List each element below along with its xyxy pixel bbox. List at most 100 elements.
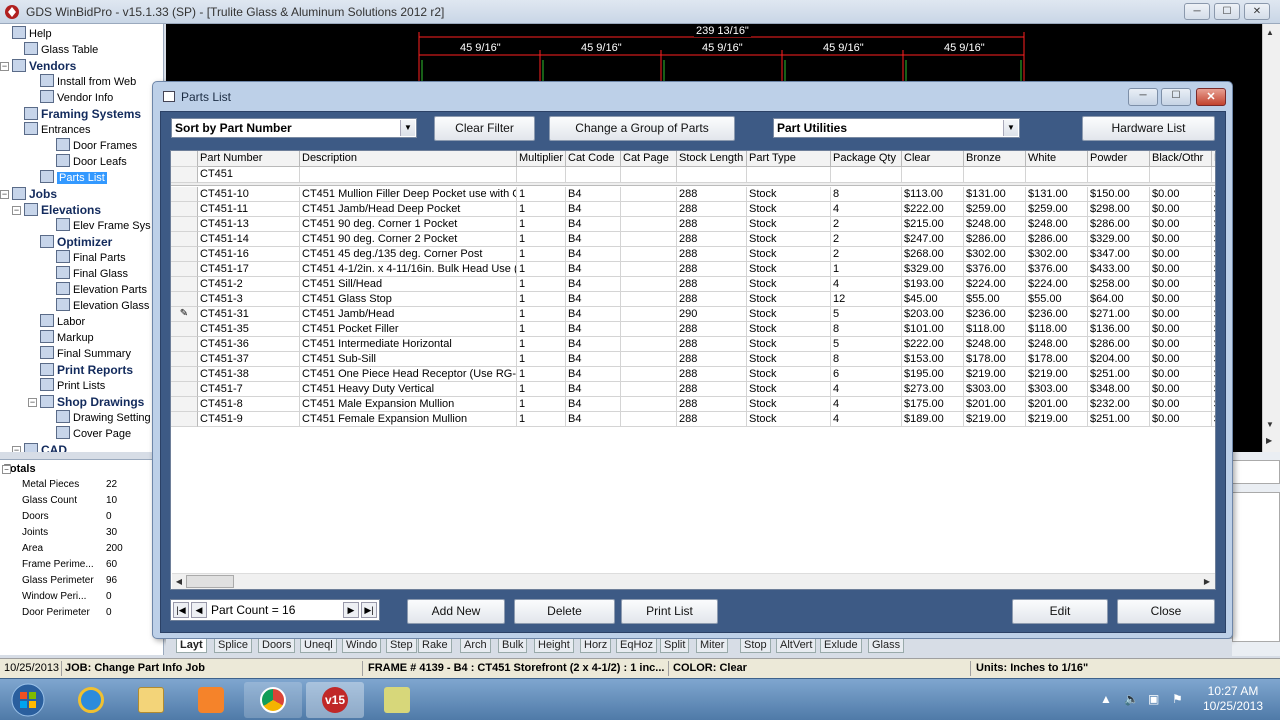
row-selector[interactable] (171, 352, 198, 367)
taskbar-winbidpro[interactable]: v15 (306, 682, 364, 718)
close-button[interactable]: Close (1117, 599, 1215, 624)
cell-bronze[interactable]: $178.00 (964, 352, 1026, 367)
row-selector[interactable] (171, 247, 198, 262)
cell-part-type[interactable]: Stock (747, 337, 831, 352)
scroll-right-icon[interactable]: ▶ (1200, 574, 1214, 589)
column-header-package-qty[interactable]: Package Qty (831, 151, 902, 167)
cell-package-qty[interactable]: 4 (831, 412, 902, 427)
cell-white[interactable]: $286.00 (1026, 232, 1088, 247)
column-header-cat-page[interactable]: Cat Page (621, 151, 677, 167)
filter-cell[interactable] (1212, 167, 1215, 183)
cell-part-number[interactable]: CT451-11 (198, 202, 300, 217)
cell-clear[interactable]: $329.00 (902, 262, 964, 277)
cell-stock-length[interactable]: 288 (677, 232, 747, 247)
cell-cat-page[interactable] (621, 292, 677, 307)
cell-clear[interactable]: $195.00 (902, 367, 964, 382)
tab-exlude[interactable]: Exlude (820, 639, 862, 653)
cell-cat-code[interactable]: B4 (566, 202, 621, 217)
cell-black-othr[interactable]: $0.00 (1150, 217, 1212, 232)
cell-cat-code[interactable]: B4 (566, 352, 621, 367)
cell-part-number[interactable]: CT451-38 (198, 367, 300, 382)
cell-description[interactable]: CT451 Pocket Filler (300, 322, 517, 337)
cell-part-number[interactable]: CT451-8 (198, 397, 300, 412)
column-header-white[interactable]: White (1026, 151, 1088, 167)
cell-clear[interactable]: $189.00 (902, 412, 964, 427)
cell-powder[interactable]: $329.00 (1088, 232, 1150, 247)
change-group-button[interactable]: Change a Group of Parts (549, 116, 735, 141)
cell-stock-length[interactable]: 288 (677, 262, 747, 277)
cell-package-qty[interactable]: 2 (831, 232, 902, 247)
cell-clear[interactable]: $101.00 (902, 322, 964, 337)
cell-bronze[interactable]: $236.00 (964, 307, 1026, 322)
cell-cat-page[interactable] (621, 262, 677, 277)
cell-part-type[interactable]: Stock (747, 322, 831, 337)
tab-stop[interactable]: Stop (740, 639, 771, 653)
cell-stock-length[interactable]: 288 (677, 217, 747, 232)
tab-miter[interactable]: Miter (696, 639, 729, 653)
cell-multiplier[interactable]: 1 (517, 412, 566, 427)
tree-collapse-toggle[interactable]: − (0, 62, 9, 71)
filter-cell[interactable] (300, 167, 517, 183)
cell-cat-code[interactable]: B4 (566, 382, 621, 397)
tab-step[interactable]: Step (386, 639, 417, 653)
cell-cat-page[interactable] (621, 247, 677, 262)
cell-bronze[interactable]: $259.00 (964, 202, 1026, 217)
column-header-powder[interactable]: Powder (1088, 151, 1150, 167)
cell-stock-length[interactable]: 288 (677, 337, 747, 352)
cell-white[interactable]: $178.00 (1026, 352, 1088, 367)
tree-collapse-toggle[interactable]: − (12, 446, 21, 452)
cell-part-type[interactable]: Stock (747, 367, 831, 382)
tree-item-framing-systems[interactable]: Framing Systems (24, 106, 141, 122)
cell-black-othr[interactable]: $0.00 (1150, 187, 1212, 202)
network-icon[interactable]: ▣ (1148, 692, 1159, 706)
cell-m[interactable]: $ (1212, 262, 1215, 277)
cell-stock-length[interactable]: 288 (677, 397, 747, 412)
tree-item-vendors[interactable]: Vendors (12, 58, 76, 74)
sort-dropdown[interactable]: Sort by Part Number ▼ (171, 118, 417, 138)
cell-bronze[interactable]: $55.00 (964, 292, 1026, 307)
cell-black-othr[interactable]: $0.00 (1150, 307, 1212, 322)
cell-cat-code[interactable]: B4 (566, 367, 621, 382)
cell-multiplier[interactable]: 1 (517, 307, 566, 322)
cell-white[interactable]: $219.00 (1026, 367, 1088, 382)
row-selector[interactable] (171, 397, 198, 412)
dialog-maximize-button[interactable]: ☐ (1161, 88, 1191, 106)
taskbar-media[interactable] (182, 682, 240, 718)
cell-part-type[interactable]: Stock (747, 307, 831, 322)
cell-clear[interactable]: $193.00 (902, 277, 964, 292)
part-utilities-dropdown[interactable]: Part Utilities ▼ (773, 118, 1020, 138)
cell-description[interactable]: CT451 45 deg./135 deg. Corner Post (300, 247, 517, 262)
cell-white[interactable]: $302.00 (1026, 247, 1088, 262)
cell-multiplier[interactable]: 1 (517, 367, 566, 382)
scroll-left-icon[interactable]: ◀ (172, 574, 186, 589)
cell-part-number[interactable]: CT451-36 (198, 337, 300, 352)
cell-powder[interactable]: $150.00 (1088, 187, 1150, 202)
cell-multiplier[interactable]: 1 (517, 202, 566, 217)
row-selector[interactable] (171, 187, 198, 202)
cell-package-qty[interactable]: 4 (831, 277, 902, 292)
cell-bronze[interactable]: $118.00 (964, 322, 1026, 337)
cell-clear[interactable]: $153.00 (902, 352, 964, 367)
cell-black-othr[interactable]: $0.00 (1150, 382, 1212, 397)
column-header-bronze[interactable]: Bronze (964, 151, 1026, 167)
chevron-down-icon[interactable]: ▼ (1003, 120, 1018, 136)
cell-cat-code[interactable]: B4 (566, 292, 621, 307)
tree-item-drawing-setting[interactable]: Drawing Setting (56, 410, 151, 426)
tree-item-final-glass[interactable]: Final Glass (56, 266, 128, 282)
tree-collapse-toggle[interactable]: − (0, 190, 9, 199)
cell-cat-code[interactable]: B4 (566, 397, 621, 412)
tree-item-labor[interactable]: Labor (40, 314, 85, 330)
filter-cell[interactable] (964, 167, 1026, 183)
tree-item-shop-drawings[interactable]: Shop Drawings (40, 394, 144, 410)
totals-collapse-toggle[interactable]: − (2, 465, 11, 474)
cell-stock-length[interactable]: 288 (677, 352, 747, 367)
previous-record-icon[interactable]: ◀ (191, 602, 207, 618)
cell-powder[interactable]: $204.00 (1088, 352, 1150, 367)
tree-item-optimizer[interactable]: Optimizer (40, 234, 112, 250)
cell-clear[interactable]: $273.00 (902, 382, 964, 397)
print-list-button[interactable]: Print List (621, 599, 718, 624)
cell-package-qty[interactable]: 8 (831, 187, 902, 202)
cell-white[interactable]: $248.00 (1026, 217, 1088, 232)
row-selector[interactable] (171, 292, 198, 307)
cell-package-qty[interactable]: 1 (831, 262, 902, 277)
